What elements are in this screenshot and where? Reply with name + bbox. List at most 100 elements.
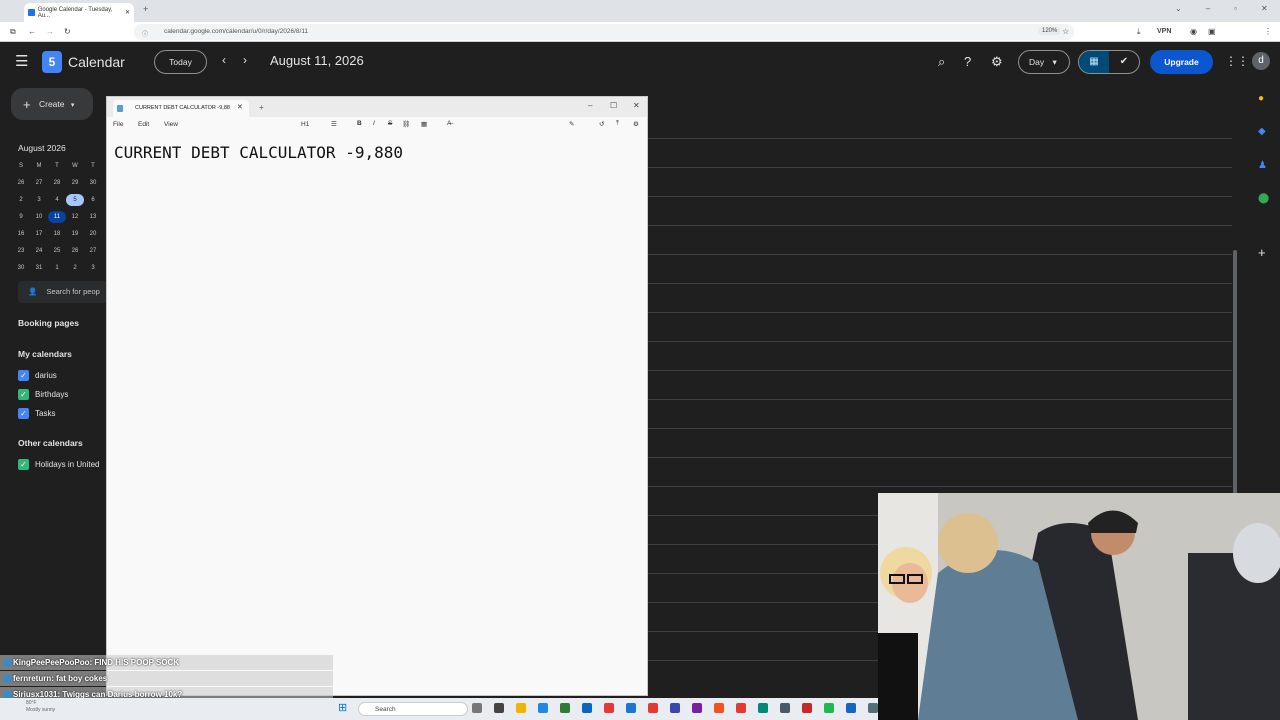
menu-file[interactable]: File bbox=[113, 121, 123, 128]
mini-calendar-day[interactable]: 3 bbox=[30, 194, 48, 206]
checkbox-icon[interactable]: ✓ bbox=[18, 389, 29, 400]
mini-calendar-day[interactable]: 10 bbox=[30, 211, 48, 223]
tab-actions-icon[interactable]: ⧉ bbox=[10, 22, 16, 42]
mini-calendar-day[interactable]: 30 bbox=[12, 262, 30, 274]
tab-close-icon[interactable]: ✕ bbox=[237, 103, 243, 111]
checkbox-icon[interactable]: ✓ bbox=[18, 408, 29, 419]
strikethrough-icon[interactable]: S bbox=[388, 120, 392, 127]
taskbar-app-icon[interactable] bbox=[692, 703, 702, 713]
tab-search-chevron-icon[interactable]: ⌄ bbox=[1175, 4, 1182, 13]
search-people-input[interactable]: 👤 Search for peop bbox=[18, 281, 118, 303]
grid-scrollbar[interactable] bbox=[1233, 250, 1237, 495]
taskbar-app-icon[interactable] bbox=[516, 703, 526, 713]
taskbar-search[interactable]: Search bbox=[358, 702, 468, 716]
checkbox-icon[interactable]: ✓ bbox=[18, 370, 29, 381]
mini-calendar-day[interactable]: 27 bbox=[84, 245, 102, 257]
my-calendars-heading[interactable]: My calendars bbox=[18, 349, 72, 359]
mini-calendar-day[interactable]: 18 bbox=[48, 228, 66, 240]
mini-calendar-day[interactable]: 24 bbox=[30, 245, 48, 257]
upgrade-button[interactable]: Upgrade bbox=[1150, 50, 1213, 74]
taskbar-app-icon[interactable] bbox=[758, 703, 768, 713]
chevron-right-icon[interactable]: › bbox=[243, 53, 247, 67]
mini-calendar-day[interactable]: 25 bbox=[48, 245, 66, 257]
clear-format-icon[interactable]: A̶ bbox=[447, 120, 451, 127]
calendar-list-item[interactable]: ✓ Tasks bbox=[18, 408, 68, 419]
taskbar-app-icon[interactable] bbox=[560, 703, 570, 713]
menu-edit[interactable]: Edit bbox=[138, 121, 149, 128]
notepad-content[interactable]: CURRENT DEBT CALCULATOR -9,880 bbox=[114, 143, 403, 162]
mini-calendar-day[interactable]: 30 bbox=[84, 177, 102, 189]
keep-icon[interactable]: ● bbox=[1258, 93, 1264, 104]
download-icon[interactable]: ⤓ bbox=[1137, 22, 1141, 42]
taskbar-app-icon[interactable] bbox=[538, 703, 548, 713]
chevron-left-icon[interactable]: ‹ bbox=[222, 53, 226, 67]
tab-close-icon[interactable]: ✕ bbox=[125, 9, 130, 16]
link-icon[interactable]: ⛓ bbox=[402, 120, 410, 128]
mini-calendar-day[interactable]: 2 bbox=[12, 194, 30, 206]
share-icon[interactable]: ⤒ bbox=[616, 120, 619, 128]
reload-icon[interactable]: ↻ bbox=[64, 22, 71, 42]
history-icon[interactable]: ↺ bbox=[599, 120, 604, 128]
taskbar-app-icon[interactable] bbox=[802, 703, 812, 713]
list-icon[interactable]: ☰ bbox=[331, 120, 337, 128]
back-icon[interactable]: ← bbox=[28, 22, 36, 42]
heading-select[interactable]: H1 bbox=[301, 121, 309, 128]
mini-calendar-day[interactable]: 20 bbox=[84, 228, 102, 240]
mini-calendar-day[interactable]: 6 bbox=[84, 194, 102, 206]
minimize-window-icon[interactable]: – bbox=[1206, 4, 1210, 13]
mini-calendar-day[interactable]: 16 bbox=[12, 228, 30, 240]
today-button[interactable]: Today bbox=[154, 50, 207, 74]
taskbar-app-icon[interactable] bbox=[494, 703, 504, 713]
weather-widget[interactable]: 80°F Mostly sunny bbox=[26, 700, 55, 714]
bookmark-star-icon[interactable]: ☆ bbox=[1062, 22, 1069, 42]
mini-calendar-day[interactable]: 11 bbox=[48, 211, 66, 223]
add-addon-icon[interactable]: + bbox=[1258, 245, 1266, 260]
mini-calendar-day[interactable]: 27 bbox=[30, 177, 48, 189]
maps-icon[interactable]: ⬤ bbox=[1258, 193, 1269, 204]
zoom-indicator[interactable]: 120% bbox=[1038, 27, 1062, 35]
new-tab-icon[interactable]: + bbox=[259, 103, 264, 112]
avatar[interactable]: d bbox=[1252, 52, 1270, 70]
mini-calendar-day[interactable]: 1 bbox=[48, 262, 66, 274]
start-windows-icon[interactable]: ⊞ bbox=[338, 701, 347, 714]
maximize-window-icon[interactable]: ▫ bbox=[1234, 4, 1237, 13]
taskbar-app-icon[interactable] bbox=[472, 703, 482, 713]
mini-calendar-day[interactable]: 13 bbox=[84, 211, 102, 223]
profile-icon[interactable]: ◉ bbox=[1190, 22, 1197, 42]
taskbar-app-icon[interactable] bbox=[582, 703, 592, 713]
taskbar-app-icon[interactable] bbox=[824, 703, 834, 713]
mini-calendar-day[interactable]: 17 bbox=[30, 228, 48, 240]
taskbar-app-icon[interactable] bbox=[846, 703, 856, 713]
notepad-tab[interactable]: CURRENT DEBT CALCULATOR -9,88 bbox=[113, 100, 249, 117]
taskbar-app-icon[interactable] bbox=[626, 703, 636, 713]
checkbox-icon[interactable]: ✓ bbox=[18, 459, 29, 470]
bold-icon[interactable]: B bbox=[357, 120, 362, 127]
site-info-icon[interactable]: ⓘ bbox=[142, 29, 148, 38]
booking-pages-link[interactable]: Booking pages bbox=[18, 318, 79, 328]
calendar-list-item[interactable]: ✓ Holidays in United bbox=[18, 459, 99, 470]
menu-view[interactable]: View bbox=[164, 121, 178, 128]
google-apps-icon[interactable]: ⋮⋮ bbox=[1225, 54, 1249, 68]
mini-calendar-day[interactable]: 28 bbox=[48, 177, 66, 189]
mini-calendar-day[interactable]: 9 bbox=[12, 211, 30, 223]
url-input[interactable]: calendar.google.com/calendar/u/0/r/day/2… bbox=[134, 24, 1074, 40]
new-tab-icon[interactable]: + bbox=[143, 4, 148, 14]
mini-calendar-day[interactable]: 26 bbox=[66, 245, 84, 257]
mini-calendar-day[interactable]: 19 bbox=[66, 228, 84, 240]
main-menu-icon[interactable]: ☰ bbox=[15, 54, 28, 69]
taskbar-app-icon[interactable] bbox=[714, 703, 724, 713]
close-window-icon[interactable]: ✕ bbox=[1261, 4, 1268, 13]
help-icon[interactable]: ? bbox=[964, 54, 971, 69]
calendar-list-item[interactable]: ✓ Birthdays bbox=[18, 389, 68, 400]
settings-gear-icon[interactable]: ⚙ bbox=[991, 54, 1003, 70]
calendar-view-icon[interactable]: ▦ bbox=[1079, 51, 1109, 73]
taskbar-app-icon[interactable] bbox=[670, 703, 680, 713]
other-calendars-heading[interactable]: Other calendars bbox=[18, 438, 83, 448]
forward-icon[interactable]: → bbox=[46, 22, 54, 42]
taskbar-app-icon[interactable] bbox=[604, 703, 614, 713]
search-icon[interactable]: ⌕ bbox=[938, 54, 945, 70]
browser-tab-active[interactable]: Google Calendar - Tuesday, Au... ✕ bbox=[24, 3, 134, 22]
create-button[interactable]: + Create ▾ bbox=[11, 88, 93, 120]
mini-calendar-day[interactable]: 3 bbox=[84, 262, 102, 274]
table-icon[interactable]: ▦ bbox=[421, 120, 427, 128]
